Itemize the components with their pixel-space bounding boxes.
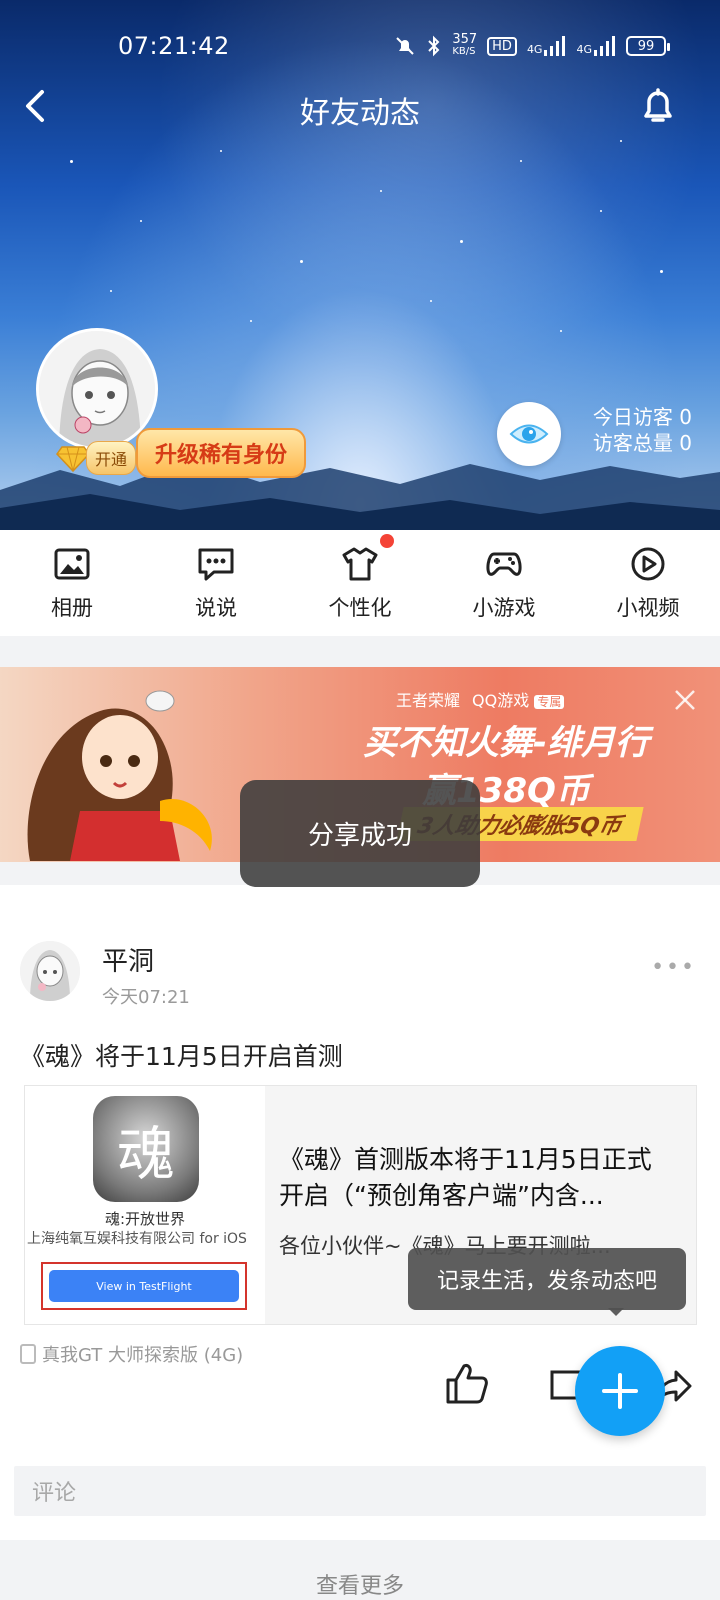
chat-icon xyxy=(198,548,234,581)
quick-item-label: 小视频 xyxy=(616,596,680,620)
post-text: 《魂》将于11月5日开启首测 xyxy=(20,1042,343,1071)
vip-open-label: 开通 xyxy=(86,441,137,475)
testflight-button: View in TestFlight xyxy=(49,1270,239,1302)
visitors-total-label: 访客总量 xyxy=(592,431,673,455)
app-name: 魂:开放世界 xyxy=(104,1210,186,1228)
quick-item-games[interactable]: 小游戏 xyxy=(444,544,564,622)
shared-thumbnail: 魂 魂:开放世界 上海纯氧互娱科技有限公司 for iOS View in Te… xyxy=(25,1086,265,1324)
quick-item-label: 个性化 xyxy=(328,596,392,620)
thumbs-up-icon[interactable] xyxy=(444,1360,490,1406)
bell-icon[interactable] xyxy=(636,84,680,128)
feed-post: 平洞 今天07:21 ••• 《魂》将于11月5日开启首测 魂 魂:开放世界 上… xyxy=(0,885,720,1540)
mute-bell-icon xyxy=(396,37,415,55)
post-avatar[interactable] xyxy=(20,941,80,1001)
clock: 07:21:42 xyxy=(118,32,230,60)
signal-icon xyxy=(544,36,566,56)
visitor-eye-button[interactable] xyxy=(497,402,561,466)
eye-icon xyxy=(509,424,549,444)
quick-item-label: 说说 xyxy=(195,596,237,620)
close-icon[interactable] xyxy=(672,687,698,713)
see-more-link[interactable]: 查看更多 xyxy=(0,1568,720,1600)
hd-icon: HD xyxy=(487,36,517,56)
new-post-fab-button[interactable] xyxy=(575,1346,665,1436)
signal-2: 4G xyxy=(576,36,616,56)
network-type-1: 4G xyxy=(526,43,543,56)
upgrade-rare-identity-button[interactable]: 升级稀有身份 xyxy=(136,428,306,478)
qq-games-tag: 专属 xyxy=(534,695,565,709)
post-timestamp: 今天07:21 xyxy=(102,987,190,1008)
status-bar: 07:21:42 357 KB/S HD 4G 4G 99 xyxy=(0,28,720,64)
signal-icon xyxy=(594,36,615,56)
visitor-stats[interactable]: 今日访客 0 访客总量 0 xyxy=(593,404,692,456)
app-company: 上海纯氧互娱科技有限公司 for iOS xyxy=(27,1231,247,1247)
post-device: 真我GT 大师探索版 (4G) xyxy=(20,1341,243,1367)
game-character-illustration xyxy=(27,690,212,861)
honor-of-kings-logo: 王者荣耀 xyxy=(396,691,461,710)
visitors-today: 今日访客 0 xyxy=(593,404,692,430)
net-speed-value: 357 xyxy=(452,32,478,47)
more-options-icon[interactable]: ••• xyxy=(651,955,696,980)
device-name: 真我GT 大师探索版 (4G) xyxy=(42,1345,244,1366)
banner-logos: 王者荣耀 QQ游戏 专属 xyxy=(396,687,565,711)
visitors-today-value: 0 xyxy=(679,405,692,429)
notification-dot xyxy=(380,534,394,548)
app-icon: 魂 xyxy=(93,1096,199,1202)
battery-icon: 99 xyxy=(626,36,670,56)
qq-games-label: QQ游戏 xyxy=(472,691,530,710)
comment-input[interactable]: 评论 xyxy=(14,1466,706,1516)
net-speed: 357 KB/S xyxy=(452,32,478,58)
visitors-today-label: 今日访客 xyxy=(592,405,673,429)
quick-item-label: 相册 xyxy=(51,596,93,620)
quick-item-personalize[interactable]: 个性化 xyxy=(300,534,420,622)
vip-badge[interactable]: 开通 xyxy=(56,440,137,476)
network-type-2: 4G xyxy=(576,43,592,56)
post-prompt-tooltip: 记录生活，发条动态吧 xyxy=(408,1248,686,1316)
gamepad-icon xyxy=(486,552,522,576)
quick-item-label: 小游戏 xyxy=(472,596,536,620)
quick-item-moments[interactable]: 说说 xyxy=(156,544,276,622)
play-icon xyxy=(631,547,665,581)
visitors-total-value: 0 xyxy=(679,431,692,455)
avatar-illustration xyxy=(20,941,80,1001)
signal-1: 4G xyxy=(527,36,567,56)
post-username[interactable]: 平洞 xyxy=(102,941,154,978)
quick-item-short-video[interactable]: 小视频 xyxy=(588,544,708,622)
phone-icon xyxy=(20,1344,36,1364)
bluetooth-icon xyxy=(428,35,440,57)
testflight-highlight: View in TestFlight xyxy=(41,1262,247,1310)
net-speed-unit: KB/S xyxy=(452,46,476,57)
cover-header[interactable]: 07:21:42 357 KB/S HD 4G 4G 99 好友动态 开通 升级… xyxy=(0,0,720,530)
page-title: 好友动态 xyxy=(300,96,420,131)
visitors-total: 访客总量 0 xyxy=(593,430,692,456)
plus-icon xyxy=(602,1373,638,1409)
image-icon xyxy=(54,548,90,580)
quick-menu: 相册 说说 个性化 小游戏 小视频 xyxy=(0,530,720,636)
shared-title: 《魂》首测版本将于11月5日正式开启（“预创角客户端”内含... xyxy=(279,1145,652,1210)
quick-item-album[interactable]: 相册 xyxy=(12,544,132,622)
toast-message: 分享成功 xyxy=(240,780,480,887)
shirt-icon xyxy=(342,547,378,581)
diamond-icon xyxy=(56,446,90,473)
status-icons: 357 KB/S HD 4G 4G 99 xyxy=(394,32,670,58)
banner-title: 买不知火舞-绯月行 xyxy=(362,723,650,763)
battery-level: 99 xyxy=(637,38,655,54)
qq-games-logo: QQ游戏 专属 xyxy=(472,687,565,711)
